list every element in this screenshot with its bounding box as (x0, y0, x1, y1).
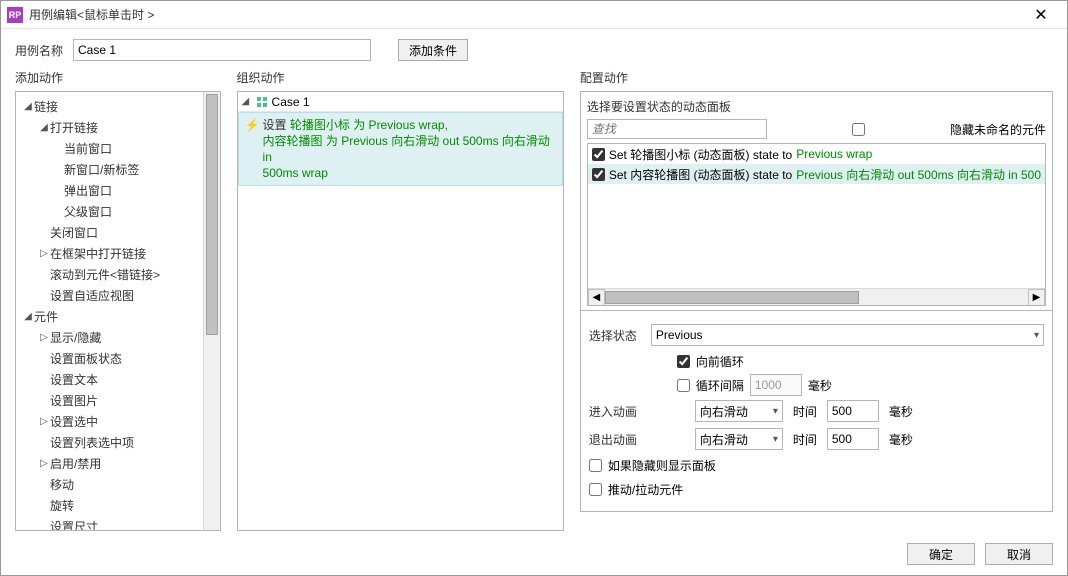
dialog-footer: 确定 取消 (907, 543, 1053, 565)
tree-parent-window[interactable]: 父级窗口 (16, 201, 220, 222)
target-checkbox[interactable] (592, 168, 605, 181)
case-name-label: 用例名称 (15, 42, 63, 59)
tree-set-selected[interactable]: ▷设置选中 (16, 411, 220, 432)
enter-anim-select[interactable]: 向右滑动▾ (695, 400, 783, 422)
tree-set-size[interactable]: 设置尺寸 (16, 516, 220, 531)
tree-current-window[interactable]: 当前窗口 (16, 138, 220, 159)
action-bolt-icon: ⚡ (245, 117, 260, 133)
case-name-input[interactable] (73, 39, 371, 61)
time-label: 时间 (793, 403, 817, 420)
tree-link[interactable]: ◢链接 (16, 96, 220, 117)
enter-time-input[interactable] (827, 400, 879, 422)
scroll-right-icon[interactable]: ▶ (1028, 289, 1045, 306)
tree-widgets[interactable]: ◢元件 (16, 306, 220, 327)
config-panel-header: 选择要设置状态的动态面板 (587, 98, 1046, 115)
target-checkbox[interactable] (592, 148, 605, 161)
show-if-hidden-checkbox[interactable] (589, 459, 602, 472)
target-list: Set 轮播图小标 (动态面板) state to Previous wrap … (587, 143, 1046, 306)
app-icon: RP (7, 7, 23, 23)
ms-label: 毫秒 (889, 403, 913, 420)
scroll-left-icon[interactable]: ◀ (588, 289, 605, 306)
tree-rotate[interactable]: 旋转 (16, 495, 220, 516)
tree-show-hide[interactable]: ▷显示/隐藏 (16, 327, 220, 348)
case-name: Case 1 (272, 95, 310, 109)
cancel-button[interactable]: 取消 (985, 543, 1053, 565)
case-name-row: 用例名称 添加条件 (1, 29, 1067, 69)
ok-button[interactable]: 确定 (907, 543, 975, 565)
case-actions-panel: ◢ Case 1 ⚡ 设置 轮播图小标 为 Previous wrap, 内容轮… (237, 91, 564, 531)
actions-library-panel: ◢链接 ◢打开链接 当前窗口 新窗口/新标签 弹出窗口 父级窗口 关闭窗口 ▷在… (15, 91, 221, 531)
time-label: 时间 (793, 431, 817, 448)
case-icon (255, 95, 269, 109)
actions-scrollbar[interactable] (203, 92, 220, 530)
exit-time-input[interactable] (827, 428, 879, 450)
actions-tree: ◢链接 ◢打开链接 当前窗口 新窗口/新标签 弹出窗口 父级窗口 关闭窗口 ▷在… (16, 92, 220, 531)
loop-forward-checkbox[interactable] (677, 355, 690, 368)
target-h-scrollbar[interactable]: ◀ ▶ (588, 288, 1045, 305)
tree-scroll-to[interactable]: 滚动到元件<错链接> (16, 264, 220, 285)
tree-new-tab[interactable]: 新窗口/新标签 (16, 159, 220, 180)
select-state-label: 选择状态 (589, 327, 641, 344)
config-options-panel: 选择状态 Previous▾ 向前循环 循环间隔 毫秒 进入动画 向右滑动▾ 时… (580, 311, 1053, 512)
tree-set-adaptive[interactable]: 设置自适应视图 (16, 285, 220, 306)
config-target-panel: 选择要设置状态的动态面板 隐藏未命名的元件 Set 轮播图小标 (动态面板) s… (580, 91, 1053, 311)
hide-unnamed-label: 隐藏未命名的元件 (950, 121, 1046, 138)
tree-close-window[interactable]: 关闭窗口 (16, 222, 220, 243)
chevron-down-icon: ▾ (773, 406, 778, 417)
tree-open-in-frame[interactable]: ▷在框架中打开链接 (16, 243, 220, 264)
tree-move[interactable]: 移动 (16, 474, 220, 495)
tree-set-text[interactable]: 设置文本 (16, 369, 220, 390)
show-if-hidden-label: 如果隐藏则显示面板 (608, 457, 716, 474)
tree-open-link[interactable]: ◢打开链接 (16, 117, 220, 138)
add-condition-button[interactable]: 添加条件 (398, 39, 468, 61)
hide-unnamed-checkbox[interactable] (773, 123, 944, 136)
titlebar: RP 用例编辑<鼠标单击时 > ✕ (1, 1, 1067, 29)
tree-set-image[interactable]: 设置图片 (16, 390, 220, 411)
enter-anim-label: 进入动画 (589, 403, 641, 420)
tree-set-list-selected[interactable]: 设置列表选中项 (16, 432, 220, 453)
tree-panel-state[interactable]: 设置面板状态 (16, 348, 220, 369)
target-row[interactable]: Set 内容轮播图 (动态面板) state to Previous 向右滑动 … (588, 164, 1045, 184)
close-button[interactable]: ✕ (1021, 3, 1061, 27)
state-select[interactable]: Previous▾ (651, 324, 1044, 346)
exit-anim-label: 退出动画 (589, 431, 641, 448)
interval-input[interactable] (750, 374, 802, 396)
ms-label: 毫秒 (889, 431, 913, 448)
organize-actions-label: 组织动作 (237, 69, 564, 85)
chevron-down-icon: ▾ (773, 434, 778, 445)
case-header[interactable]: ◢ Case 1 (238, 92, 563, 112)
configure-actions-label: 配置动作 (580, 69, 1053, 85)
ms-label: 毫秒 (808, 377, 832, 394)
add-actions-label: 添加动作 (15, 69, 221, 85)
chevron-down-icon: ▾ (1034, 330, 1039, 341)
target-row[interactable]: Set 轮播图小标 (动态面板) state to Previous wrap (588, 144, 1045, 164)
tree-popup[interactable]: 弹出窗口 (16, 180, 220, 201)
search-input[interactable] (587, 119, 768, 139)
window-title: 用例编辑<鼠标单击时 > (29, 6, 1021, 23)
push-pull-label: 推动/拉动元件 (608, 481, 683, 498)
interval-checkbox[interactable] (677, 379, 690, 392)
push-pull-checkbox[interactable] (589, 483, 602, 496)
action-item[interactable]: ⚡ 设置 轮播图小标 为 Previous wrap, 内容轮播图 为 Prev… (238, 112, 563, 186)
interval-label: 循环间隔 (696, 377, 744, 394)
loop-forward-label: 向前循环 (696, 353, 744, 370)
tree-enable-disable[interactable]: ▷启用/禁用 (16, 453, 220, 474)
exit-anim-select[interactable]: 向右滑动▾ (695, 428, 783, 450)
